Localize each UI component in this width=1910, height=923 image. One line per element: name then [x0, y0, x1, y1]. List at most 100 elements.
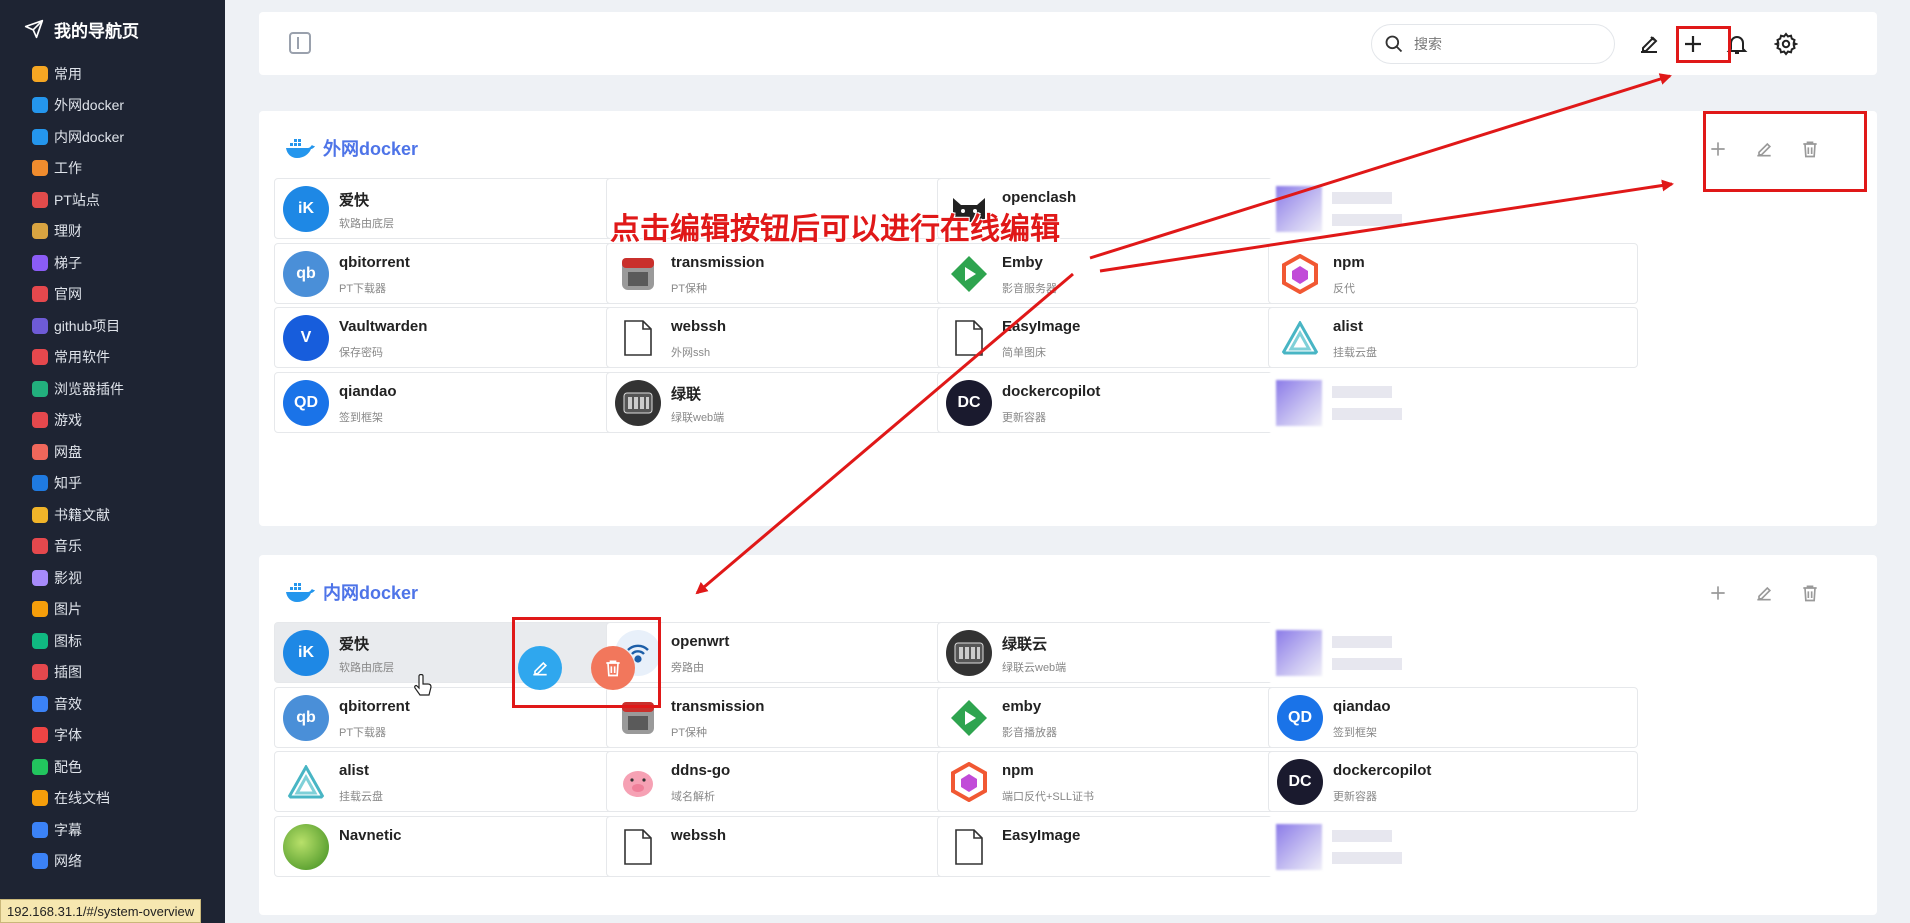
- app-card[interactable]: webssh 外网ssh: [606, 307, 976, 368]
- icon-set-icon: [32, 632, 48, 649]
- app-name: 爱快: [339, 636, 370, 653]
- sidebar-item[interactable]: 知乎: [0, 468, 225, 500]
- sidebar-item[interactable]: 图标: [0, 625, 225, 657]
- sidebar-item-label: PT站点: [54, 191, 100, 208]
- sidebar-item[interactable]: 网络: [0, 846, 225, 878]
- app-name: EasyImage: [1002, 827, 1081, 844]
- app-name: 爱快: [339, 192, 370, 209]
- sidebar-item[interactable]: 图片: [0, 594, 225, 626]
- section-delete-button[interactable]: [1798, 581, 1822, 605]
- app-name: Navnetic: [339, 827, 402, 844]
- cloud-drive-icon: [32, 443, 48, 460]
- sidebar-item[interactable]: 在线文档: [0, 783, 225, 815]
- app-card[interactable]: [1268, 372, 1638, 433]
- sidebar-item[interactable]: 官网: [0, 279, 225, 311]
- blurred-text: [1332, 852, 1402, 864]
- app-description: 影音播放器: [1002, 727, 1057, 739]
- section-actions: [1706, 581, 1822, 605]
- sidebar-item-label: 工作: [54, 160, 82, 177]
- sidebar-item[interactable]: 理财: [0, 216, 225, 248]
- search-box[interactable]: [1371, 24, 1615, 64]
- app-card[interactable]: QD qiandao 签到框架: [1268, 687, 1638, 748]
- sidebar-item[interactable]: 字幕: [0, 814, 225, 846]
- app-card[interactable]: QD qiandao 签到框架: [274, 372, 644, 433]
- sidebar-item[interactable]: 字体: [0, 720, 225, 752]
- sidebar-item[interactable]: 浏览器插件: [0, 373, 225, 405]
- app-card[interactable]: 绿联 绿联web端: [606, 372, 976, 433]
- blurred-text: [1332, 636, 1392, 648]
- app-name: npm: [1333, 254, 1365, 271]
- sidebar-item[interactable]: 书籍文献: [0, 499, 225, 531]
- plus-icon: [1711, 586, 1725, 600]
- app-card[interactable]: EasyImage: [937, 816, 1307, 877]
- section-edit-button[interactable]: [1752, 581, 1776, 605]
- settings-button[interactable]: [1772, 30, 1800, 58]
- edit-mode-button[interactable]: [1635, 30, 1663, 58]
- app-name: webssh: [671, 318, 727, 335]
- edit-icon: [1757, 586, 1772, 601]
- search-input[interactable]: [1414, 36, 1584, 52]
- app-card[interactable]: EasyImage 简单图床: [937, 307, 1307, 368]
- app-logo-icon: [615, 380, 661, 426]
- sidebar-item-label: 理财: [54, 223, 82, 240]
- app-card[interactable]: alist 挂载云盘: [1268, 307, 1638, 368]
- palette-icon: [32, 758, 48, 775]
- sidebar-item[interactable]: 插图: [0, 657, 225, 689]
- sidebar-item-label: 影视: [54, 569, 82, 586]
- section-add-button[interactable]: [1706, 581, 1730, 605]
- app-logo-icon: [283, 759, 329, 805]
- app-card[interactable]: [1268, 816, 1638, 877]
- annotation-text: 点击编辑按钮后可以进行在线编辑: [610, 212, 1060, 247]
- sidebar-item[interactable]: 外网docker: [0, 90, 225, 122]
- app-card[interactable]: npm 反代: [1268, 243, 1638, 304]
- sidebar-item[interactable]: 工作: [0, 153, 225, 185]
- star-icon: [32, 65, 48, 82]
- sidebar-item[interactable]: github项目: [0, 310, 225, 342]
- sidebar-item-label: 外网docker: [54, 97, 125, 114]
- app-name: 绿联: [671, 386, 702, 403]
- app-card[interactable]: iK 爱快 软路由底层: [274, 178, 644, 239]
- gamepad-icon: [32, 412, 48, 429]
- app-description: 反代: [1333, 283, 1355, 295]
- app-card[interactable]: [1268, 178, 1638, 239]
- app-card[interactable]: DC dockercopilot 更新容器: [1268, 751, 1638, 812]
- sidebar-brand[interactable]: 我的导航页: [0, 0, 225, 58]
- image-icon: [32, 601, 48, 618]
- sidebar-item-label: 常用软件: [54, 349, 110, 366]
- app-card[interactable]: transmission PT保种: [606, 687, 976, 748]
- sidebar-item[interactable]: 配色: [0, 751, 225, 783]
- app-card[interactable]: [1268, 622, 1638, 683]
- app-logo-icon: QD: [283, 380, 329, 426]
- collapse-sidebar-icon[interactable]: [289, 32, 311, 54]
- app-card[interactable]: qb qbitorrent PT下载器: [274, 243, 644, 304]
- app-card[interactable]: webssh: [606, 816, 976, 877]
- sidebar-item[interactable]: 游戏: [0, 405, 225, 437]
- app-card[interactable]: Navnetic: [274, 816, 644, 877]
- illustration-icon: [32, 664, 48, 681]
- sidebar-item[interactable]: PT站点: [0, 184, 225, 216]
- app-card[interactable]: transmission PT保种: [606, 243, 976, 304]
- app-card[interactable]: V Vaultwarden 保存密码: [274, 307, 644, 368]
- app-card[interactable]: DC dockercopilot 更新容器: [937, 372, 1307, 433]
- sidebar-item[interactable]: 常用: [0, 58, 225, 90]
- sidebar-item[interactable]: 音效: [0, 688, 225, 720]
- search-icon: [1385, 35, 1403, 53]
- app-card[interactable]: emby 影音播放器: [937, 687, 1307, 748]
- app-card[interactable]: Emby 影音服务器: [937, 243, 1307, 304]
- sidebar-item[interactable]: 常用软件: [0, 342, 225, 374]
- sidebar-item[interactable]: 网盘: [0, 436, 225, 468]
- add-button-highlight: [1676, 26, 1731, 63]
- sidebar-item[interactable]: 影视: [0, 562, 225, 594]
- app-card[interactable]: alist 挂载云盘: [274, 751, 644, 812]
- app-card[interactable]: 绿联云 绿联云web端: [937, 622, 1307, 683]
- sidebar-item[interactable]: 梯子: [0, 247, 225, 279]
- app-card[interactable]: npm 端口反代+SLL证书: [937, 751, 1307, 812]
- blurred-text: [1332, 408, 1402, 420]
- sidebar-item[interactable]: 音乐: [0, 531, 225, 563]
- sidebar-item[interactable]: 内网docker: [0, 121, 225, 153]
- top-bar: [259, 12, 1877, 75]
- app-name: dockercopilot: [1002, 383, 1101, 400]
- app-card[interactable]: openwrt 旁路由: [606, 622, 976, 683]
- app-card[interactable]: ddns-go 域名解析: [606, 751, 976, 812]
- hand-cursor-icon: [414, 674, 432, 696]
